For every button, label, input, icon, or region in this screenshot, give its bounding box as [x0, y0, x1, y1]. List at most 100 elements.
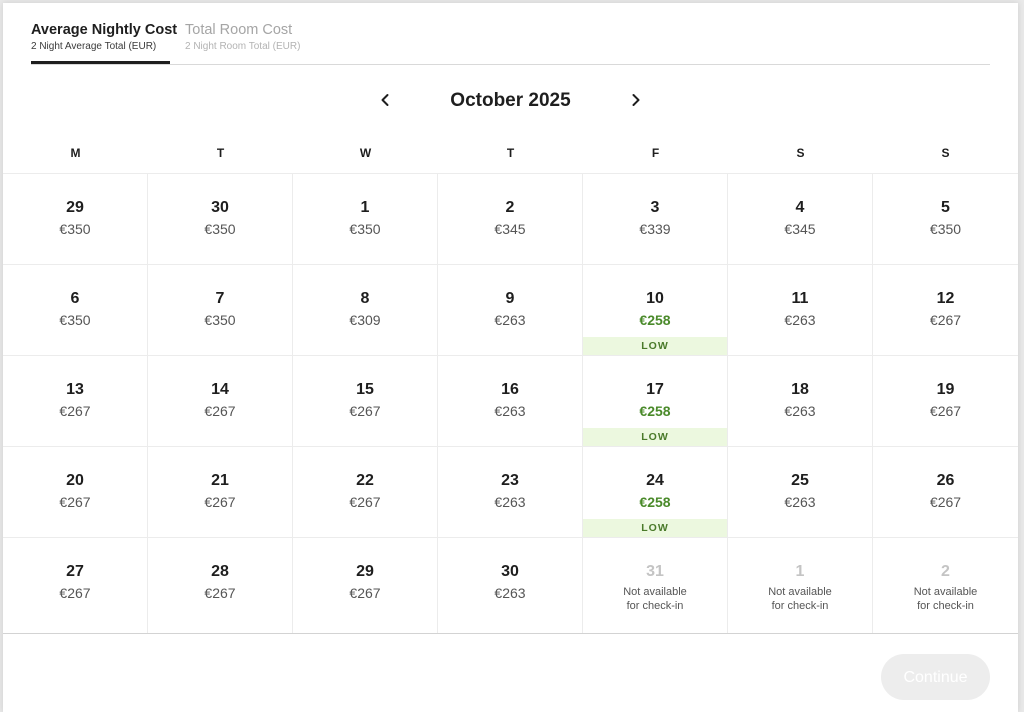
- unavailable-note-line: Not available: [913, 586, 978, 598]
- day-number: 14: [211, 381, 229, 398]
- calendar-day[interactable]: 7 €350: [148, 265, 293, 356]
- day-number: 28: [211, 563, 229, 580]
- day-price: €267: [349, 585, 381, 601]
- day-number: 8: [360, 290, 370, 307]
- calendar-day[interactable]: 29 €267: [293, 538, 438, 633]
- tab-subtitle: 2 Night Average Total (EUR): [31, 41, 157, 52]
- calendar-day[interactable]: 27 €267: [3, 538, 148, 633]
- unavailable-note-line: for check-in: [626, 600, 684, 612]
- day-price: €345: [784, 221, 816, 237]
- day-number: 1: [795, 563, 805, 580]
- day-number: 18: [791, 381, 809, 398]
- day-price: €267: [59, 494, 91, 510]
- calendar-day[interactable]: 4 €345: [728, 174, 873, 265]
- day-price: €350: [204, 312, 236, 328]
- calendar-day[interactable]: 12 €267: [873, 265, 1018, 356]
- next-month-button[interactable]: [625, 89, 647, 111]
- day-number: 19: [936, 381, 955, 398]
- day-number: 1: [360, 199, 370, 216]
- calendar-day[interactable]: 3 €339: [583, 174, 728, 265]
- calendar-day-unavailable: 2 Not available for check-in: [873, 538, 1018, 633]
- day-price: €263: [494, 403, 526, 419]
- day-price: €350: [349, 221, 381, 237]
- calendar-day[interactable]: 16 €263: [438, 356, 583, 447]
- day-number: 10: [646, 290, 664, 307]
- day-number: 27: [66, 563, 84, 580]
- day-number: 3: [650, 199, 660, 216]
- day-price: €267: [204, 585, 236, 601]
- day-number: 13: [66, 381, 84, 398]
- tab-subtitle: 2 Night Room Total (EUR): [185, 41, 301, 52]
- previous-month-button[interactable]: [374, 89, 396, 111]
- calendar-day-unavailable: 31 Not available for check-in: [583, 538, 728, 633]
- day-number: 6: [70, 290, 80, 307]
- unavailable-note-line: for check-in: [917, 600, 974, 612]
- day-price: €263: [494, 585, 526, 601]
- day-number: 31: [646, 563, 664, 580]
- day-price: €263: [784, 403, 816, 419]
- calendar-day[interactable]: 6 €350: [3, 265, 148, 356]
- day-number: 24: [646, 472, 664, 489]
- weekday-label: T: [506, 146, 515, 160]
- low-price-badge: LOW: [583, 337, 727, 355]
- day-price: €267: [929, 494, 962, 510]
- calendar-day[interactable]: 15 €267: [293, 356, 438, 447]
- tab-title: Total Room Cost: [185, 22, 293, 38]
- price-calendar-panel: Average Nightly Cost 2 Night Average Tot…: [3, 3, 1018, 712]
- calendar-day[interactable]: 11 €263: [728, 265, 873, 356]
- calendar-day[interactable]: 13 €267: [3, 356, 148, 447]
- day-price: €350: [204, 221, 236, 237]
- tab-title: Average Nightly Cost: [31, 22, 178, 38]
- day-number: 25: [791, 472, 809, 489]
- calendar-day[interactable]: 28 €267: [148, 538, 293, 633]
- calendar-day[interactable]: 18 €263: [728, 356, 873, 447]
- unavailable-note-line: Not available: [623, 586, 687, 598]
- calendar-day[interactable]: 8 €309: [293, 265, 438, 356]
- calendar-day[interactable]: 2 €345: [438, 174, 583, 265]
- weekday-header: M T W T F S S: [3, 143, 1018, 173]
- day-number: 2: [941, 563, 950, 580]
- day-price: €267: [59, 585, 91, 601]
- day-number: 11: [791, 290, 809, 307]
- tab-average-nightly-cost[interactable]: Average Nightly Cost 2 Night Average Tot…: [31, 22, 178, 64]
- calendar-day[interactable]: 5 €350: [873, 174, 1018, 265]
- day-number: 26: [936, 472, 955, 489]
- continue-button[interactable]: Continue: [881, 654, 990, 700]
- calendar-day[interactable]: 24 €258 LOW: [583, 447, 728, 538]
- calendar-day[interactable]: 20 €267: [3, 447, 148, 538]
- calendar-day[interactable]: 1 €350: [293, 174, 438, 265]
- calendar-day[interactable]: 9 €263: [438, 265, 583, 356]
- calendar-day[interactable]: 17 €258 LOW: [583, 356, 728, 447]
- day-number: 29: [66, 199, 84, 216]
- day-number: 23: [501, 472, 519, 489]
- day-price: €263: [494, 494, 526, 510]
- chevron-left-icon: [381, 94, 389, 106]
- calendar-day[interactable]: 26 €267: [873, 447, 1018, 538]
- day-price: €263: [784, 312, 816, 328]
- calendar-day[interactable]: 22 €267: [293, 447, 438, 538]
- unavailable-note: Not available for check-in: [873, 585, 1018, 613]
- day-number: 4: [795, 199, 805, 216]
- weekday-label: W: [359, 146, 372, 160]
- calendar-day[interactable]: 30 €350: [148, 174, 293, 265]
- day-number: 9: [505, 290, 515, 307]
- month-title: October 2025: [450, 90, 571, 111]
- calendar-day[interactable]: 30 €263: [438, 538, 583, 633]
- calendar-day[interactable]: 19 €267: [873, 356, 1018, 447]
- calendar-day[interactable]: 25 €263: [728, 447, 873, 538]
- calendar-day[interactable]: 21 €267: [148, 447, 293, 538]
- day-number: 22: [356, 472, 374, 489]
- day-price: €263: [784, 494, 816, 510]
- day-price: €345: [494, 221, 526, 237]
- calendar-day[interactable]: 23 €263: [438, 447, 583, 538]
- day-price: €258: [639, 494, 671, 510]
- tab-total-room-cost[interactable]: Total Room Cost 2 Night Room Total (EUR): [185, 22, 325, 64]
- calendar-day-unavailable: 1 Not available for check-in: [728, 538, 873, 633]
- day-number: 17: [646, 381, 664, 398]
- calendar-day[interactable]: 29 €350: [3, 174, 148, 265]
- day-number: 29: [356, 563, 374, 580]
- calendar-day[interactable]: 10 €258 LOW: [583, 265, 728, 356]
- day-price: €350: [59, 221, 91, 237]
- day-price: €267: [204, 494, 236, 510]
- calendar-day[interactable]: 14 €267: [148, 356, 293, 447]
